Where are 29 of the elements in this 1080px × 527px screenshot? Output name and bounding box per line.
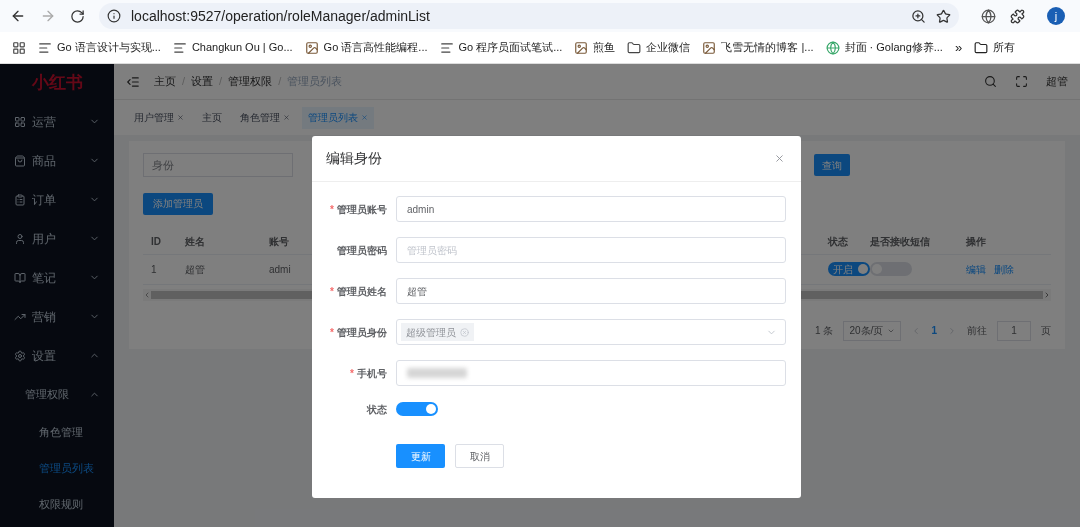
field-label: 管理员身份 [337, 325, 387, 340]
required-mark: * [330, 284, 334, 299]
field-label: 管理员密码 [337, 243, 387, 258]
url-text: localhost:9527/operation/roleManager/adminList [131, 6, 431, 26]
column-header: ID [151, 235, 161, 247]
column-header: 操作 [966, 235, 986, 247]
total-count: 1 条 [815, 324, 834, 338]
column-header: 状态 [828, 235, 848, 247]
field-label: 手机号 [357, 366, 387, 381]
field-label: 管理员姓名 [337, 284, 387, 299]
required-mark: * [330, 325, 334, 340]
table-cell: admi [269, 263, 291, 275]
breadcrumb-separator: / [219, 74, 223, 90]
logo: 小红书 [31, 72, 83, 95]
field-label: 状态 [367, 402, 387, 417]
column-header: 姓名 [185, 235, 205, 247]
field-label: 管理员账号 [337, 202, 387, 217]
dialog-title: 编辑身份 [326, 149, 382, 168]
breadcrumb-separator: / [278, 74, 282, 90]
breadcrumb-separator: / [182, 74, 186, 90]
table-cell: 1 [151, 263, 157, 275]
column-header: 账号 [269, 235, 289, 247]
table-cell: 超管 [185, 263, 205, 275]
column-header: 是否接收短信 [870, 235, 930, 247]
goto-label: 前往 [967, 324, 987, 338]
required-mark: * [350, 366, 354, 381]
page-suffix: 页 [1041, 324, 1051, 338]
required-mark: * [330, 202, 334, 217]
role-tag: 超级管理员 [401, 323, 474, 341]
